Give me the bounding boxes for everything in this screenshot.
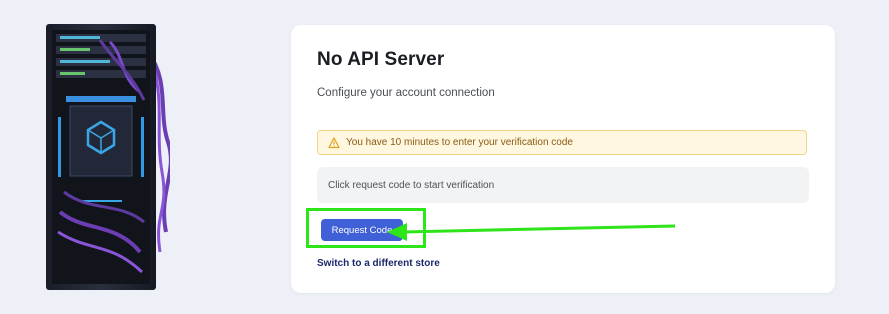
verification-status-box: Click request code to start verification (317, 167, 809, 203)
page-subtitle: Configure your account connection (317, 87, 495, 99)
verification-status-text: Click request code to start verification (328, 179, 495, 191)
warning-text: You have 10 minutes to enter your verifi… (346, 137, 573, 148)
switch-store-link[interactable]: Switch to a different store (317, 258, 440, 269)
warning-triangle-icon (328, 136, 340, 149)
server-rack-illustration (46, 24, 170, 290)
verification-warning: You have 10 minutes to enter your verifi… (317, 130, 807, 155)
connection-card: No API Server Configure your account con… (291, 25, 835, 293)
page-title: No API Server (317, 49, 445, 70)
annotation-arrow (387, 223, 676, 241)
